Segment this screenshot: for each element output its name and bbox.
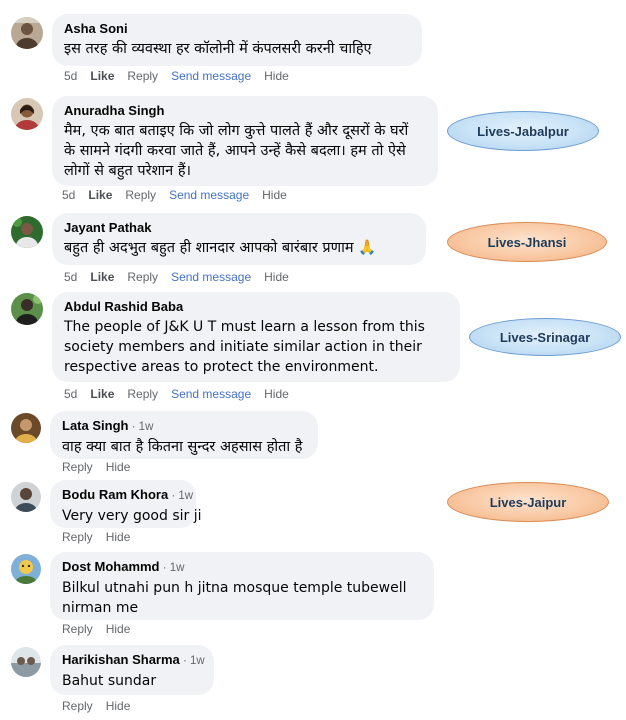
hide-button[interactable]: Hide bbox=[106, 530, 131, 544]
comment-text: इस तरह की व्यवस्था हर कॉलोनी में कंपलसरी… bbox=[64, 41, 372, 57]
location-tag-srinagar: Lives-Srinagar bbox=[469, 318, 621, 356]
send-message-button[interactable]: Send message bbox=[169, 188, 249, 202]
hide-button[interactable]: Hide bbox=[264, 69, 289, 83]
reply-button[interactable]: Reply bbox=[62, 699, 93, 713]
comment-bubble: Lata Singh · 1w वाह क्या बात है कितना सु… bbox=[50, 411, 318, 459]
comment-text: वाह क्या बात है कितना सुन्दर अहसास होता … bbox=[62, 439, 303, 455]
comment-actions: Reply Hide bbox=[62, 530, 143, 544]
send-message-button[interactable]: Send message bbox=[171, 69, 251, 83]
avatar[interactable] bbox=[11, 98, 43, 130]
comment-bubble: Dost Mohammd · 1w Bilkul utnahi pun h ji… bbox=[50, 552, 434, 620]
reply-button[interactable]: Reply bbox=[62, 530, 93, 544]
comment-author[interactable]: Dost Mohammd · 1w bbox=[62, 559, 422, 576]
comment-actions: 5d Like Reply Send message Hide bbox=[64, 69, 302, 83]
comment-age: 5d bbox=[64, 69, 78, 83]
hide-button[interactable]: Hide bbox=[106, 460, 131, 474]
comment-text: The people of J&K U T must learn a lesso… bbox=[64, 319, 425, 375]
location-tag-jaipur: Lives-Jaipur bbox=[447, 482, 609, 522]
reply-button[interactable]: Reply bbox=[62, 622, 93, 636]
comment-time[interactable]: · 1w bbox=[168, 490, 193, 502]
comment-bubble: Anuradha Singh मैम, एक बात बताइए कि जो ल… bbox=[52, 96, 438, 186]
comment-bubble: Asha Soni इस तरह की व्यवस्था हर कॉलोनी म… bbox=[52, 14, 422, 66]
reply-button[interactable]: Reply bbox=[127, 387, 158, 401]
comment-text: Bilkul utnahi pun h jitna mosque temple … bbox=[62, 580, 407, 616]
comment-author[interactable]: Lata Singh · 1w bbox=[62, 418, 306, 435]
avatar[interactable] bbox=[11, 482, 41, 512]
comment-time[interactable]: · 1w bbox=[180, 655, 205, 667]
hide-button[interactable]: Hide bbox=[264, 387, 289, 401]
comment-bubble: Harikishan Sharma · 1w Bahut sundar bbox=[50, 645, 214, 695]
comment-actions: 5d Like Reply Send message Hide bbox=[64, 387, 302, 401]
comment-time[interactable]: · 1w bbox=[160, 562, 185, 574]
comment-author[interactable]: Harikishan Sharma · 1w bbox=[62, 652, 205, 669]
hide-button[interactable]: Hide bbox=[106, 622, 131, 636]
comment-bubble: Abdul Rashid Baba The people of J&K U T … bbox=[52, 292, 460, 382]
avatar[interactable] bbox=[11, 554, 41, 584]
like-button[interactable]: Like bbox=[90, 270, 114, 284]
comment-text: मैम, एक बात बताइए कि जो लोग कुत्ते पालते… bbox=[64, 123, 409, 179]
comment-actions: 5d Like Reply Send message Hide bbox=[64, 270, 302, 284]
avatar[interactable] bbox=[11, 293, 43, 325]
comment-text: Very very good sir ji bbox=[62, 508, 202, 524]
reply-button[interactable]: Reply bbox=[62, 460, 93, 474]
comment-author[interactable]: Anuradha Singh bbox=[64, 103, 426, 119]
comment-text: बहुत ही अदभुत बहुत ही शानदार आपको बारंबा… bbox=[64, 240, 377, 256]
comment-time[interactable]: · 1w bbox=[128, 421, 154, 433]
send-message-button[interactable]: Send message bbox=[171, 270, 251, 284]
reply-button[interactable]: Reply bbox=[127, 270, 158, 284]
comment-author[interactable]: Jayant Pathak bbox=[64, 220, 414, 236]
location-tag-jhansi: Lives-Jhansi bbox=[447, 222, 607, 262]
hide-button[interactable]: Hide bbox=[106, 699, 131, 713]
comment-author[interactable]: Abdul Rashid Baba bbox=[64, 299, 448, 315]
hide-button[interactable]: Hide bbox=[262, 188, 287, 202]
reply-button[interactable]: Reply bbox=[125, 188, 156, 202]
comment-text: Bahut sundar bbox=[62, 673, 157, 689]
comment-bubble: Bodu Ram Khora · 1w Very very good sir j… bbox=[50, 480, 202, 528]
comment-actions: Reply Hide bbox=[62, 622, 143, 636]
hide-button[interactable]: Hide bbox=[264, 270, 289, 284]
avatar[interactable] bbox=[11, 216, 43, 248]
comment-author[interactable]: Bodu Ram Khora · 1w bbox=[62, 487, 193, 504]
comment-bubble: Jayant Pathak बहुत ही अदभुत बहुत ही शानद… bbox=[52, 213, 426, 265]
avatar[interactable] bbox=[11, 647, 41, 677]
comment-actions: Reply Hide bbox=[62, 460, 143, 474]
like-button[interactable]: Like bbox=[90, 69, 114, 83]
location-tag-jabalpur: Lives-Jabalpur bbox=[447, 111, 599, 151]
avatar[interactable] bbox=[11, 413, 41, 443]
like-button[interactable]: Like bbox=[90, 387, 114, 401]
reply-button[interactable]: Reply bbox=[127, 69, 158, 83]
comment-author[interactable]: Asha Soni bbox=[64, 21, 410, 37]
comment-actions: Reply Hide bbox=[62, 699, 143, 713]
comment-age: 5d bbox=[62, 188, 76, 202]
like-button[interactable]: Like bbox=[88, 188, 112, 202]
comment-age: 5d bbox=[64, 387, 78, 401]
comment-actions: 5d Like Reply Send message Hide bbox=[62, 188, 300, 202]
comment-age: 5d bbox=[64, 270, 78, 284]
avatar[interactable] bbox=[11, 17, 43, 49]
send-message-button[interactable]: Send message bbox=[171, 387, 251, 401]
